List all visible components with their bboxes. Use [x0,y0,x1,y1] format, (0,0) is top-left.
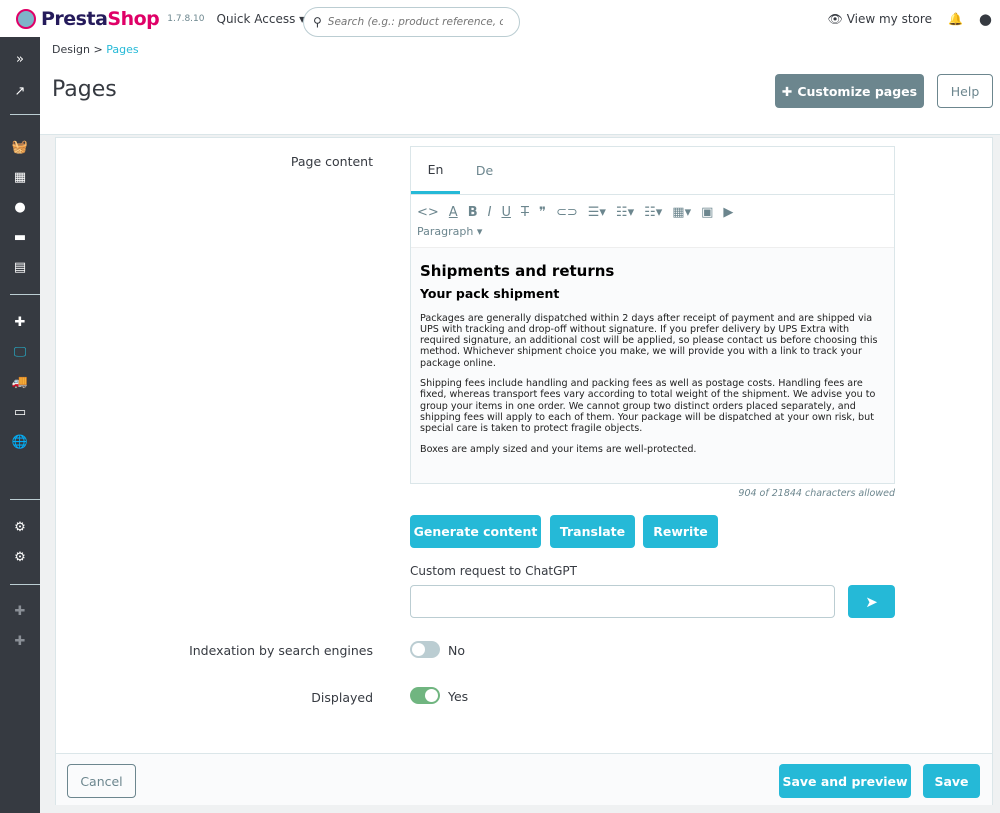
sidebar-item-stats[interactable]: ↗ [0,77,40,105]
editor-toolbar: <> A B I U T ❞ ⊂⊃ ☰▾ ☷▾ ☷▾ ▦▾ ▣ ▶ Paragr… [411,195,894,247]
displayed-label: Displayed [311,690,373,705]
underline-icon[interactable]: U [501,205,511,220]
logo[interactable]: PrestaShop [16,8,160,30]
save-button[interactable]: Save [923,764,980,798]
customize-pages-button[interactable]: ✚ Customize pages [775,74,924,108]
table-icon[interactable]: ▦▾ [672,205,691,220]
sidebar-item-customers[interactable]: ● [0,193,40,221]
sidebar-item-international[interactable]: 🌐 [0,428,40,456]
generate-content-button[interactable]: Generate content [410,515,541,548]
page-title: Pages [52,77,117,102]
send-icon: ➤ [865,592,878,611]
page-header: Design > Pages Pages ✚ Customize pages He… [40,37,1000,135]
page-form: Page content En De <> A B I U T ❞ ⊂⊃ ☰▾ … [55,137,993,805]
link-icon[interactable]: ⊂⊃ [556,205,578,220]
strikethrough-icon[interactable]: T [521,205,529,220]
language-tabs: En De [410,146,895,194]
view-store-link[interactable]: 👁 View my store [828,12,932,26]
content-paragraph: Shipping fees include handling and packi… [420,378,876,435]
indexation-value: No [448,643,465,658]
bold-icon[interactable]: B [468,205,478,220]
content-paragraph: Packages are generally dispatched within… [420,312,878,369]
sidebar-item-module-b[interactable]: ✚ [0,627,40,655]
send-button[interactable]: ➤ [848,585,895,618]
align-dropdown-icon[interactable]: ☰▾ [588,205,606,220]
sidebar-item-payment[interactable]: ▭ [0,398,40,426]
paragraph-format-dropdown[interactable]: Paragraph ▾ [417,225,888,238]
character-count: 904 of 21844 characters allowed [738,488,895,499]
expand-sidebar-icon[interactable]: » [0,45,40,73]
displayed-value: Yes [448,689,469,704]
breadcrumb-pages[interactable]: Pages [106,43,138,56]
numbered-list-icon[interactable]: ☷▾ [644,205,662,220]
search-icon: ⚲ [313,15,322,29]
sidebar-item-module-a[interactable]: ✚ [0,597,40,625]
sidebar-item-advanced[interactable]: ⚙ [0,543,40,571]
sidebar-item-orders[interactable]: 🧺 [0,133,40,161]
rich-text-editor: <> A B I U T ❞ ⊂⊃ ☰▾ ☷▾ ☷▾ ▦▾ ▣ ▶ Paragr… [410,194,895,484]
indexation-toggle[interactable] [410,641,440,658]
rewrite-button[interactable]: Rewrite [643,515,718,548]
sidebar-item-messages[interactable]: ▬ [0,223,40,251]
tab-de[interactable]: De [460,147,509,194]
editor-content[interactable]: Shipments and returns Your pack shipment… [411,247,894,483]
version: 1.7.8.10 [167,13,205,24]
puzzle-icon: ✚ [781,83,793,99]
content-subheading: Your pack shipment [420,286,560,302]
help-button[interactable]: Help [937,74,993,108]
account-icon[interactable]: ● [979,10,992,28]
sidebar-item-design[interactable]: 🖵 [0,338,40,366]
cancel-button[interactable]: Cancel [67,764,136,798]
sidebar-item-modules[interactable]: ✚ [0,308,40,336]
breadcrumb: Design > Pages [52,43,139,56]
custom-request-input[interactable] [410,585,835,618]
quick-access-dropdown[interactable]: Quick Access ▾ [217,12,306,26]
bullet-list-icon[interactable]: ☷▾ [616,205,634,220]
search-box[interactable]: ⚲ [303,7,520,37]
image-icon[interactable]: ▣ [701,205,713,220]
sidebar-item-reports[interactable]: ▤ [0,253,40,281]
form-footer: Cancel Save and preview Save [56,753,992,805]
sidebar-item-catalog[interactable]: ▦ [0,163,40,191]
bell-icon[interactable]: 🔔 [948,12,963,26]
save-and-preview-button[interactable]: Save and preview [779,764,911,798]
content-paragraph: Boxes are amply sized and your items are… [420,443,697,455]
search-input[interactable] [327,16,503,28]
content-heading: Shipments and returns [420,262,615,280]
text-color-icon[interactable]: A [449,205,458,220]
breadcrumb-design[interactable]: Design [52,43,90,56]
logo-icon [16,8,36,29]
source-code-icon[interactable]: <> [417,205,439,220]
displayed-toggle[interactable] [410,687,440,704]
sidebar-item-shipping[interactable]: 🚚 [0,368,40,396]
top-bar: PrestaShop 1.7.8.10 Quick Access ▾ ⚲ 👁 V… [0,0,1000,37]
blockquote-icon[interactable]: ❞ [539,205,546,220]
tab-en[interactable]: En [411,147,460,194]
sidebar-item-settings[interactable]: ⚙ [0,513,40,541]
eye-icon: 👁 [827,12,843,26]
indexation-label: Indexation by search engines [189,643,373,658]
video-icon[interactable]: ▶ [723,205,733,220]
sidebar: » ↗ 🧺 ▦ ● ▬ ▤ ✚ 🖵 🚚 ▭ 🌐 ⚙ ⚙ ✚ ✚ [0,37,40,813]
translate-button[interactable]: Translate [550,515,635,548]
custom-request-label: Custom request to ChatGPT [410,564,577,578]
page-content-label: Page content [290,154,373,169]
italic-icon[interactable]: I [488,205,492,220]
